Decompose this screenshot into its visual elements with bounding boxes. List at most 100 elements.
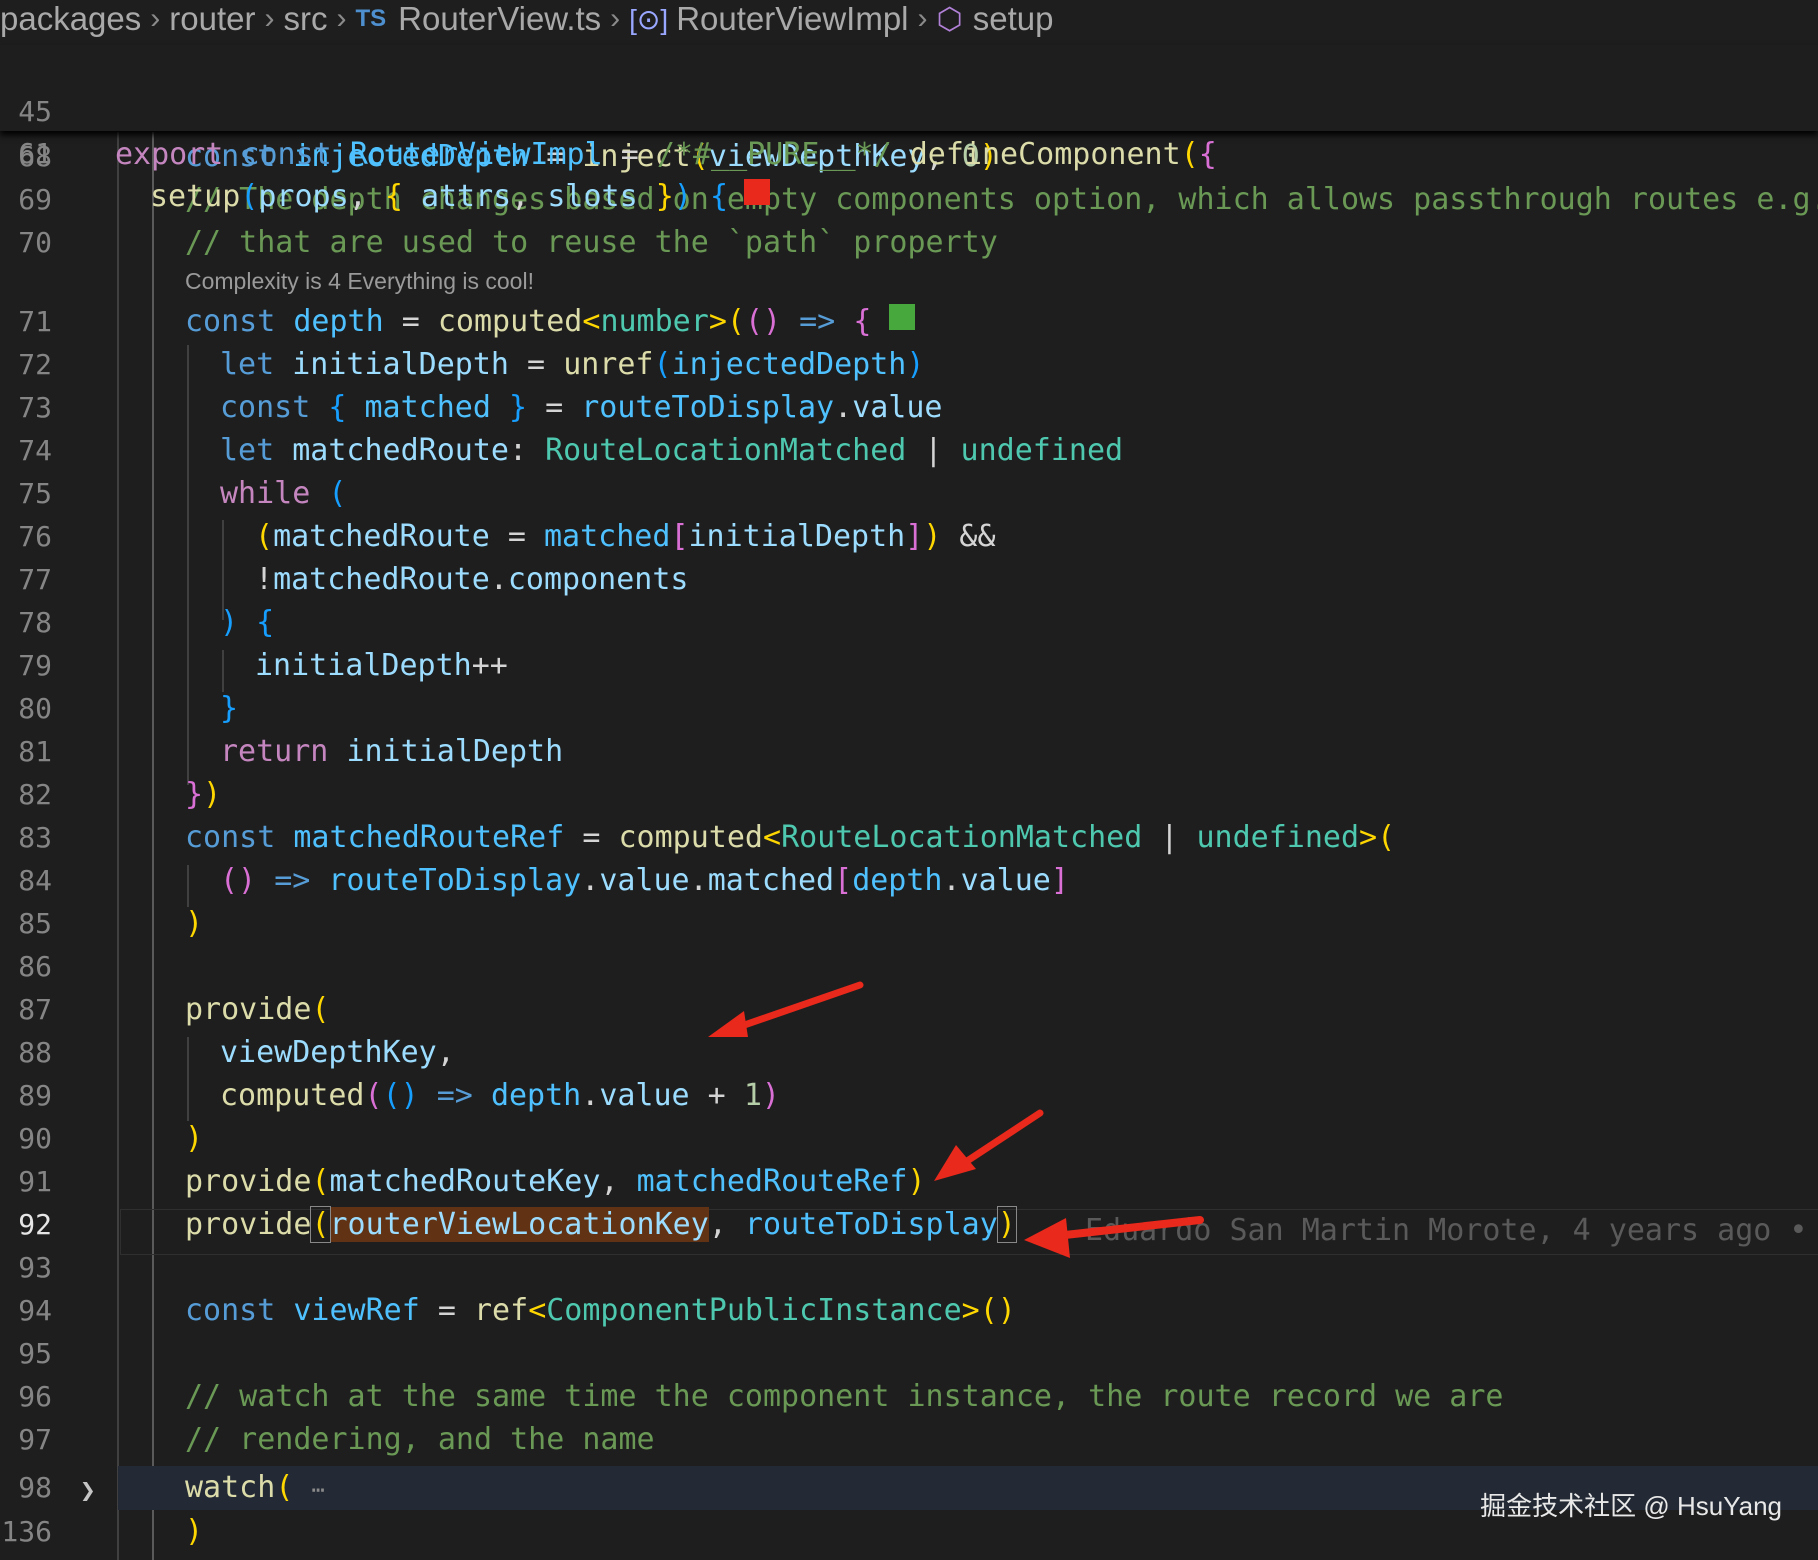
color-swatch-green [889,303,916,330]
folded-ellipsis-icon[interactable]: ⋯ [311,1478,324,1503]
code-line[interactable]: 94 const viewRef = ref<ComponentPublicIns… [0,1289,1818,1332]
code-text: export const RouterViewImpl = /*#__PURE_… [115,137,1217,172]
breadcrumb-label: src [283,0,328,37]
line-number: 96 [18,1380,52,1413]
breadcrumb-item-src[interactable]: src [283,0,327,38]
code-line[interactable]: 73 const { matched } = routeToDisplay.val… [0,386,1818,429]
breadcrumb: packages › router › src › TS RouterView.t… [0,0,1818,38]
code-line[interactable]: 90) [0,1117,1818,1160]
line-number: 72 [18,348,52,381]
line-number: 94 [18,1294,52,1327]
code-line[interactable]: 71 const depth = computed<number>(() => { [0,300,1818,343]
code-line[interactable]: 86 [0,945,1818,988]
line-number: 75 [18,477,52,510]
code-line[interactable]: 76 (matchedRoute = matched[initialDepth])… [0,515,1818,558]
line-number: 136 [1,1515,52,1548]
line-number: 78 [18,606,52,639]
code-line[interactable]: 97 // rendering, and the name [0,1418,1818,1461]
code-text: const viewRef = ref<ComponentPublicInsta… [185,1293,1016,1328]
codelens[interactable]: Complexity is 4 Everything is cool! [185,268,534,295]
code-line[interactable]: 80} [0,687,1818,730]
line-number: 89 [18,1079,52,1112]
code-line[interactable]: 95 [0,1332,1818,1375]
code-editor[interactable]: packages › router › src › TS RouterView.t… [0,0,1818,1560]
line-number: 74 [18,434,52,467]
chevron-right-icon: › [336,2,347,35]
sticky-scroll[interactable]: 45 export const RouterViewImpl = /*#__PU… [0,45,1818,214]
breadcrumb-label: setup [972,0,1054,37]
line-number: 84 [18,864,52,897]
sticky-line[interactable]: 45 export const RouterViewImpl = /*#__PU… [0,47,1818,172]
code-line[interactable]: 75 while ( [0,472,1818,515]
code-line[interactable]: 89 computed(() => depth.value + 1) [0,1074,1818,1117]
code-line[interactable]: 74 let matchedRoute: RouteLocationMatched… [0,429,1818,472]
code-line[interactable]: 84 () => routeToDisplay.value.matched[dep… [0,859,1818,902]
line-number: 93 [18,1251,52,1284]
code-text: let initialDepth = unref(injectedDepth) [220,347,925,382]
line-number: 76 [18,520,52,553]
code-text: !matchedRoute.components [255,562,689,597]
code-line[interactable]: 87 provide( [0,988,1818,1031]
code-text: provide(matchedRouteKey, matchedRouteRef… [185,1164,926,1199]
code-text: const depth = computed<number>(() => { [185,300,916,343]
code-line[interactable]: 93 [0,1246,1818,1289]
breadcrumb-label: RouterViewImpl [676,0,909,37]
line-number: 83 [18,821,52,854]
breadcrumb-item-file[interactable]: TS RouterView.ts [355,0,601,38]
code-line[interactable]: 72 let initialDepth = unref(injectedDepth… [0,343,1818,386]
code-comment: // rendering, and the name [185,1422,655,1457]
line-number: 91 [18,1165,52,1198]
code-text: while ( [220,476,347,511]
code-text: } [220,691,239,726]
code-text: ) [185,1514,204,1549]
code-text: provide(routerViewLocationKey, routeToDi… [185,1206,1017,1243]
line-number: 73 [18,391,52,424]
breadcrumb-item-router[interactable]: router [169,0,255,38]
code-line[interactable]: 85) [0,902,1818,945]
red-arrow-annotation [934,1109,1044,1181]
code-line[interactable]: 96 // watch at the same time the componen… [0,1375,1818,1418]
line-number: 90 [18,1122,52,1155]
code-text: let matchedRoute: RouteLocationMatched |… [220,433,1124,468]
code-line[interactable]: 82}) [0,773,1818,816]
line-number: 79 [18,649,52,682]
chevron-right-icon: › [917,2,928,35]
code-line[interactable]: 91 provide(matchedRouteKey, matchedRouteR… [0,1160,1818,1203]
code-text: (matchedRoute = matched[initialDepth]) &… [255,519,996,554]
code-line[interactable]: 78) { [0,601,1818,644]
code-line[interactable]: 88 viewDepthKey, [0,1031,1818,1074]
line-number: 97 [18,1423,52,1456]
line-number: 81 [18,735,52,768]
line-number: 95 [18,1337,52,1370]
code-text: ) [185,1121,204,1156]
line-number: 86 [18,950,52,983]
code-text: const { matched } = routeToDisplay.value [220,390,943,425]
code-text: () => routeToDisplay.value.matched[depth… [220,863,1069,898]
sticky-line[interactable]: 61 setup(props, { attrs, slots }) { [0,89,1818,214]
red-arrow-annotation [708,981,864,1037]
code-line[interactable]: 77 !matchedRoute.components [0,558,1818,601]
code-text: const matchedRouteRef = computed<RouteLo… [185,820,1396,855]
line-number: 92 [18,1208,52,1241]
breadcrumb-item-method[interactable]: ⬡ setup [937,0,1054,38]
variable-symbol-icon: [⊙] [629,3,669,35]
code-text: viewDepthKey, [220,1035,455,1070]
breadcrumb-item-packages[interactable]: packages [0,0,141,38]
breadcrumb-item-symbol[interactable]: [⊙] RouterViewImpl [629,0,908,38]
watermark: 掘金技术社区 @ HsuYang [1480,1491,1782,1521]
line-number: 82 [18,778,52,811]
code-line[interactable]: 70// that are used to reuse the `path` p… [0,221,1818,264]
line-number: 88 [18,1036,52,1069]
typescript-file-icon: TS [355,5,387,32]
line-number: 61 [18,137,52,170]
breadcrumb-label: packages [0,0,142,37]
code-line[interactable]: 79 initialDepth++ [0,644,1818,687]
code-line[interactable]: 81 return initialDepth [0,730,1818,773]
line-number: 77 [18,563,52,596]
method-cube-icon: ⬡ [936,2,963,36]
code-line[interactable]: 83 const matchedRouteRef = computed<Route… [0,816,1818,859]
breadcrumb-label: router [169,0,256,37]
color-swatch-red [744,178,770,205]
code-text: }) [185,777,222,812]
code-text: provide( [185,992,330,1027]
